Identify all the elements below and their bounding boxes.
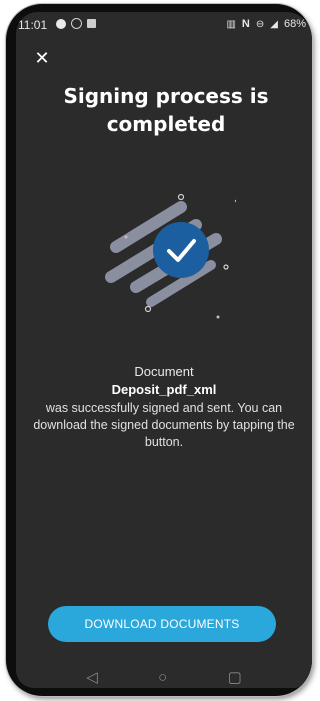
nfc-icon: N <box>241 18 250 30</box>
decor-dot <box>177 193 185 201</box>
success-message: was successfully signed and sent. You ca… <box>33 401 295 449</box>
app-screen: 11:01 ▥ N ⊖ ◢ 68% ✕ Signing process is c… <box>16 12 312 688</box>
mobile-data-icon: ◢ <box>270 18 278 30</box>
home-circle-icon[interactable]: ○ <box>158 669 167 686</box>
back-triangle-icon[interactable]: ◁ <box>86 668 98 686</box>
decor-dot <box>234 199 236 203</box>
page-title: Signing process is completed <box>63 84 269 136</box>
android-nav-bar: ◁ ○ ▢ <box>16 662 312 688</box>
document-name: Deposit_pdf_xml <box>111 382 217 397</box>
download-documents-button[interactable]: DOWNLOAD DOCUMENTS <box>48 606 276 642</box>
document-label: Document <box>134 364 194 379</box>
notification-icons <box>56 18 96 29</box>
decor-dot <box>216 315 220 319</box>
status-time: 11:01 <box>18 18 48 32</box>
signal-icon: ▥ <box>226 18 236 30</box>
decor-dot <box>144 305 152 313</box>
phone-frame: 11:01 ▥ N ⊖ ◢ 68% ✕ Signing process is c… <box>6 4 312 696</box>
success-circle <box>153 222 209 278</box>
decor-dot <box>124 235 128 239</box>
system-icons: ▥ N ⊖ ◢ 68% <box>226 18 306 30</box>
gallery-icon <box>87 19 96 28</box>
whatsapp-icon <box>56 18 66 29</box>
dnd-icon: ⊖ <box>255 18 265 30</box>
success-illustration <box>105 193 236 319</box>
battery-level: 68% <box>283 18 306 30</box>
close-icon[interactable]: ✕ <box>32 48 52 68</box>
recents-square-icon[interactable]: ▢ <box>228 668 242 686</box>
status-bar: 11:01 ▥ N ⊖ ◢ 68% <box>16 12 312 42</box>
decor-dot <box>223 264 229 270</box>
image-icon <box>71 18 82 29</box>
